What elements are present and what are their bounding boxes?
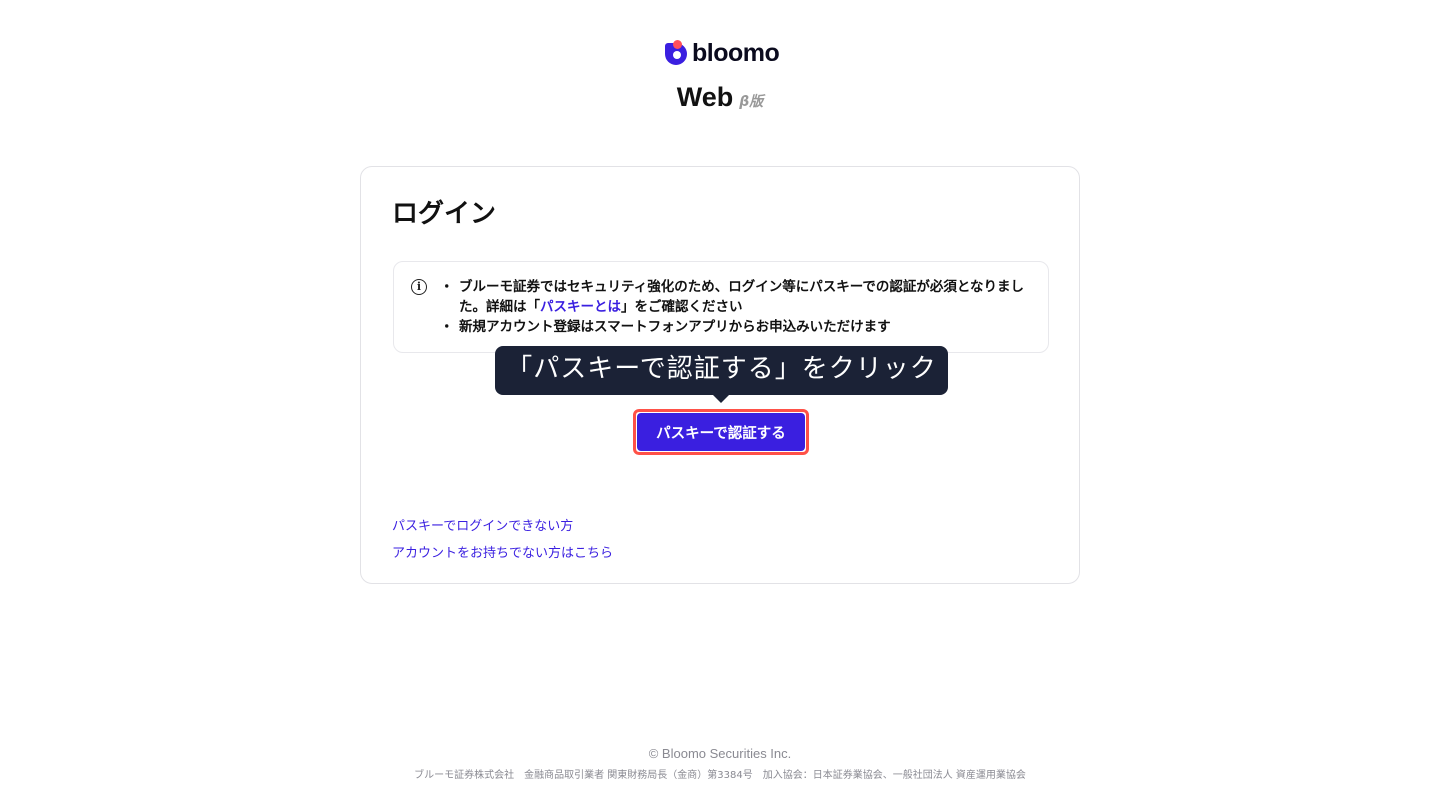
notice-list: ブルーモ証券ではセキュリティ強化のため、ログイン等にパスキーでの認証が必須となり… (440, 277, 1034, 337)
copyright: © Bloomo Securities Inc. (648, 746, 792, 761)
app-name: Web (676, 82, 734, 112)
passkey-auth-button[interactable]: パスキーで認証する (637, 413, 805, 451)
passkey-info-link[interactable]: パスキーとは (540, 299, 621, 315)
bloomo-logo-icon (664, 40, 688, 66)
notice-item-passkey: ブルーモ証券ではセキュリティ強化のため、ログイン等にパスキーでの認証が必須となり… (440, 277, 1034, 317)
bloomo-logo[interactable]: bloomo (664, 38, 780, 68)
cannot-login-link[interactable]: パスキーでログインできない方 (392, 513, 613, 540)
login-card: ログイン i ブルーモ証券ではセキュリティ強化のため、ログイン等にパスキーでの認… (360, 166, 1080, 584)
page-title: ログイン (392, 199, 497, 229)
instruction-tooltip: 「パスキーで認証する」をクリック (495, 346, 948, 403)
legal-info: ブルーモ証券株式会社 金融商品取引業者 関東財務局長（金商）第3384号 加入協… (414, 770, 1026, 781)
info-notice: i ブルーモ証券ではセキュリティ強化のため、ログイン等にパスキーでの認証が必須と… (393, 261, 1049, 353)
footer: © Bloomo Securities Inc. ブルーモ証券株式会社 金融商品… (0, 744, 1440, 783)
info-icon: i (411, 279, 427, 295)
notice-item-signup: 新規アカウント登録はスマートフォンアプリからお申込みいただけます (440, 317, 1034, 337)
app-title: Web β版 (0, 82, 1440, 118)
help-links: パスキーでログインできない方 アカウントをお持ちでない方はこちら (392, 513, 613, 567)
logo-wordmark: bloomo (692, 38, 780, 67)
no-account-link[interactable]: アカウントをお持ちでない方はこちら (392, 540, 613, 567)
beta-badge: β版 (739, 94, 764, 110)
header: bloomo Web β版 (0, 0, 1440, 130)
